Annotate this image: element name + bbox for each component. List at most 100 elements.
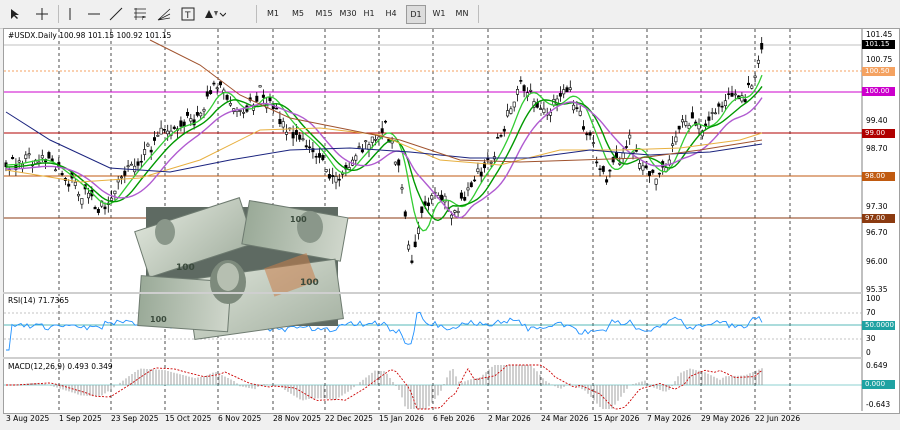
candle-body — [143, 149, 147, 155]
candle-body — [456, 211, 460, 213]
candle-body — [443, 195, 447, 203]
candle-body — [628, 134, 632, 139]
candle-body — [459, 192, 463, 199]
candle-body — [572, 104, 576, 111]
candle-body — [275, 107, 279, 110]
main-chart-header: #USDX.Daily 100.98 101.15 100.92 101.15 — [8, 31, 172, 40]
candle-body — [750, 85, 754, 89]
candle-body — [690, 112, 694, 119]
price-level-tag: 97.00 — [862, 214, 895, 223]
candle-body — [684, 121, 688, 126]
date-label: 15 Apr 2026 — [593, 414, 640, 423]
candle-body — [166, 130, 170, 135]
candle-body — [710, 112, 714, 114]
candle-body — [740, 95, 744, 102]
candle-body — [258, 85, 262, 88]
candle-body — [674, 136, 678, 143]
candle-body — [578, 110, 582, 116]
candle-body — [539, 108, 543, 110]
candle-body — [499, 135, 503, 137]
candle-body — [512, 101, 516, 108]
macd-tick: 0.649 — [866, 361, 888, 370]
candle-body — [756, 59, 760, 64]
candle-body — [730, 92, 734, 97]
candle-body — [638, 163, 642, 169]
price-chart — [4, 29, 863, 411]
candle-body — [400, 187, 404, 190]
candle-body — [238, 110, 242, 112]
candle-body — [651, 169, 655, 173]
panel-separator[interactable] — [3, 292, 862, 294]
candle-body — [133, 165, 137, 173]
candle-body — [581, 126, 585, 130]
candle-body — [225, 95, 229, 100]
candle-body — [466, 187, 470, 191]
candle-body — [268, 97, 272, 102]
candle-body — [195, 112, 199, 116]
candle-body — [565, 87, 569, 93]
date-label: 7 May 2026 — [647, 414, 692, 423]
candle-body — [479, 171, 483, 177]
macd-zero-tag: 0.000 — [862, 380, 895, 389]
candle-body — [723, 100, 727, 107]
candle-body — [611, 157, 615, 163]
ma-line-medium — [5, 85, 763, 222]
candle-body — [515, 89, 519, 95]
macd-header: MACD(12,26,9) 0.493 0.349 — [8, 362, 113, 371]
candle-body — [47, 152, 51, 159]
candle-body — [53, 169, 57, 172]
candle-body — [162, 128, 166, 131]
candle-body — [562, 89, 566, 95]
candle-body — [727, 93, 731, 95]
candle-body — [205, 91, 209, 97]
candle-body — [60, 173, 64, 176]
candle-body — [308, 146, 312, 149]
candle-body — [331, 175, 335, 177]
date-label: 29 May 2026 — [701, 414, 750, 423]
panel-separator[interactable] — [3, 357, 862, 359]
candle-body — [67, 183, 71, 187]
candle-body — [304, 145, 308, 148]
candle-body — [469, 182, 473, 188]
candle-body — [374, 138, 378, 141]
candle-body — [103, 206, 107, 210]
candle-body — [153, 137, 157, 141]
candle-body — [657, 172, 661, 175]
candle-body — [397, 159, 401, 166]
candle-body — [608, 169, 612, 172]
candle-body — [159, 127, 163, 135]
candle-body — [294, 130, 298, 135]
candle-body — [720, 105, 724, 108]
candle-body — [24, 154, 28, 159]
price-level-tag: 100.50 — [862, 67, 895, 76]
price-tick: 98.70 — [866, 144, 888, 153]
candle-body — [383, 120, 387, 123]
rsi-tick: 0 — [866, 348, 871, 357]
candle-body — [291, 132, 295, 139]
candle-body — [113, 190, 117, 195]
ma-line-fast — [5, 74, 763, 232]
date-label: 2 Mar 2026 — [488, 414, 531, 423]
date-label: 6 Feb 2026 — [433, 414, 475, 423]
candle-body — [278, 119, 282, 125]
rsi-header: RSI(14) 71.7365 — [8, 296, 69, 305]
candle-body — [489, 161, 493, 164]
price-tick: 96.70 — [866, 228, 888, 237]
candle-body — [733, 93, 737, 96]
candle-body — [284, 131, 288, 135]
candle-body — [126, 165, 130, 168]
candle-body — [449, 214, 453, 219]
candle-body — [136, 161, 140, 166]
candle-body — [156, 134, 160, 137]
candle-body — [413, 241, 417, 248]
candle-body — [707, 116, 711, 121]
candle-body — [575, 107, 579, 109]
candle-body — [624, 146, 628, 148]
candle-body — [671, 143, 675, 146]
candle-body — [591, 142, 595, 144]
date-label: 23 Sep 2025 — [111, 414, 159, 423]
candle-body — [542, 108, 546, 113]
candle-body — [486, 158, 490, 160]
candle-body — [647, 171, 651, 176]
candle-body — [364, 140, 368, 143]
